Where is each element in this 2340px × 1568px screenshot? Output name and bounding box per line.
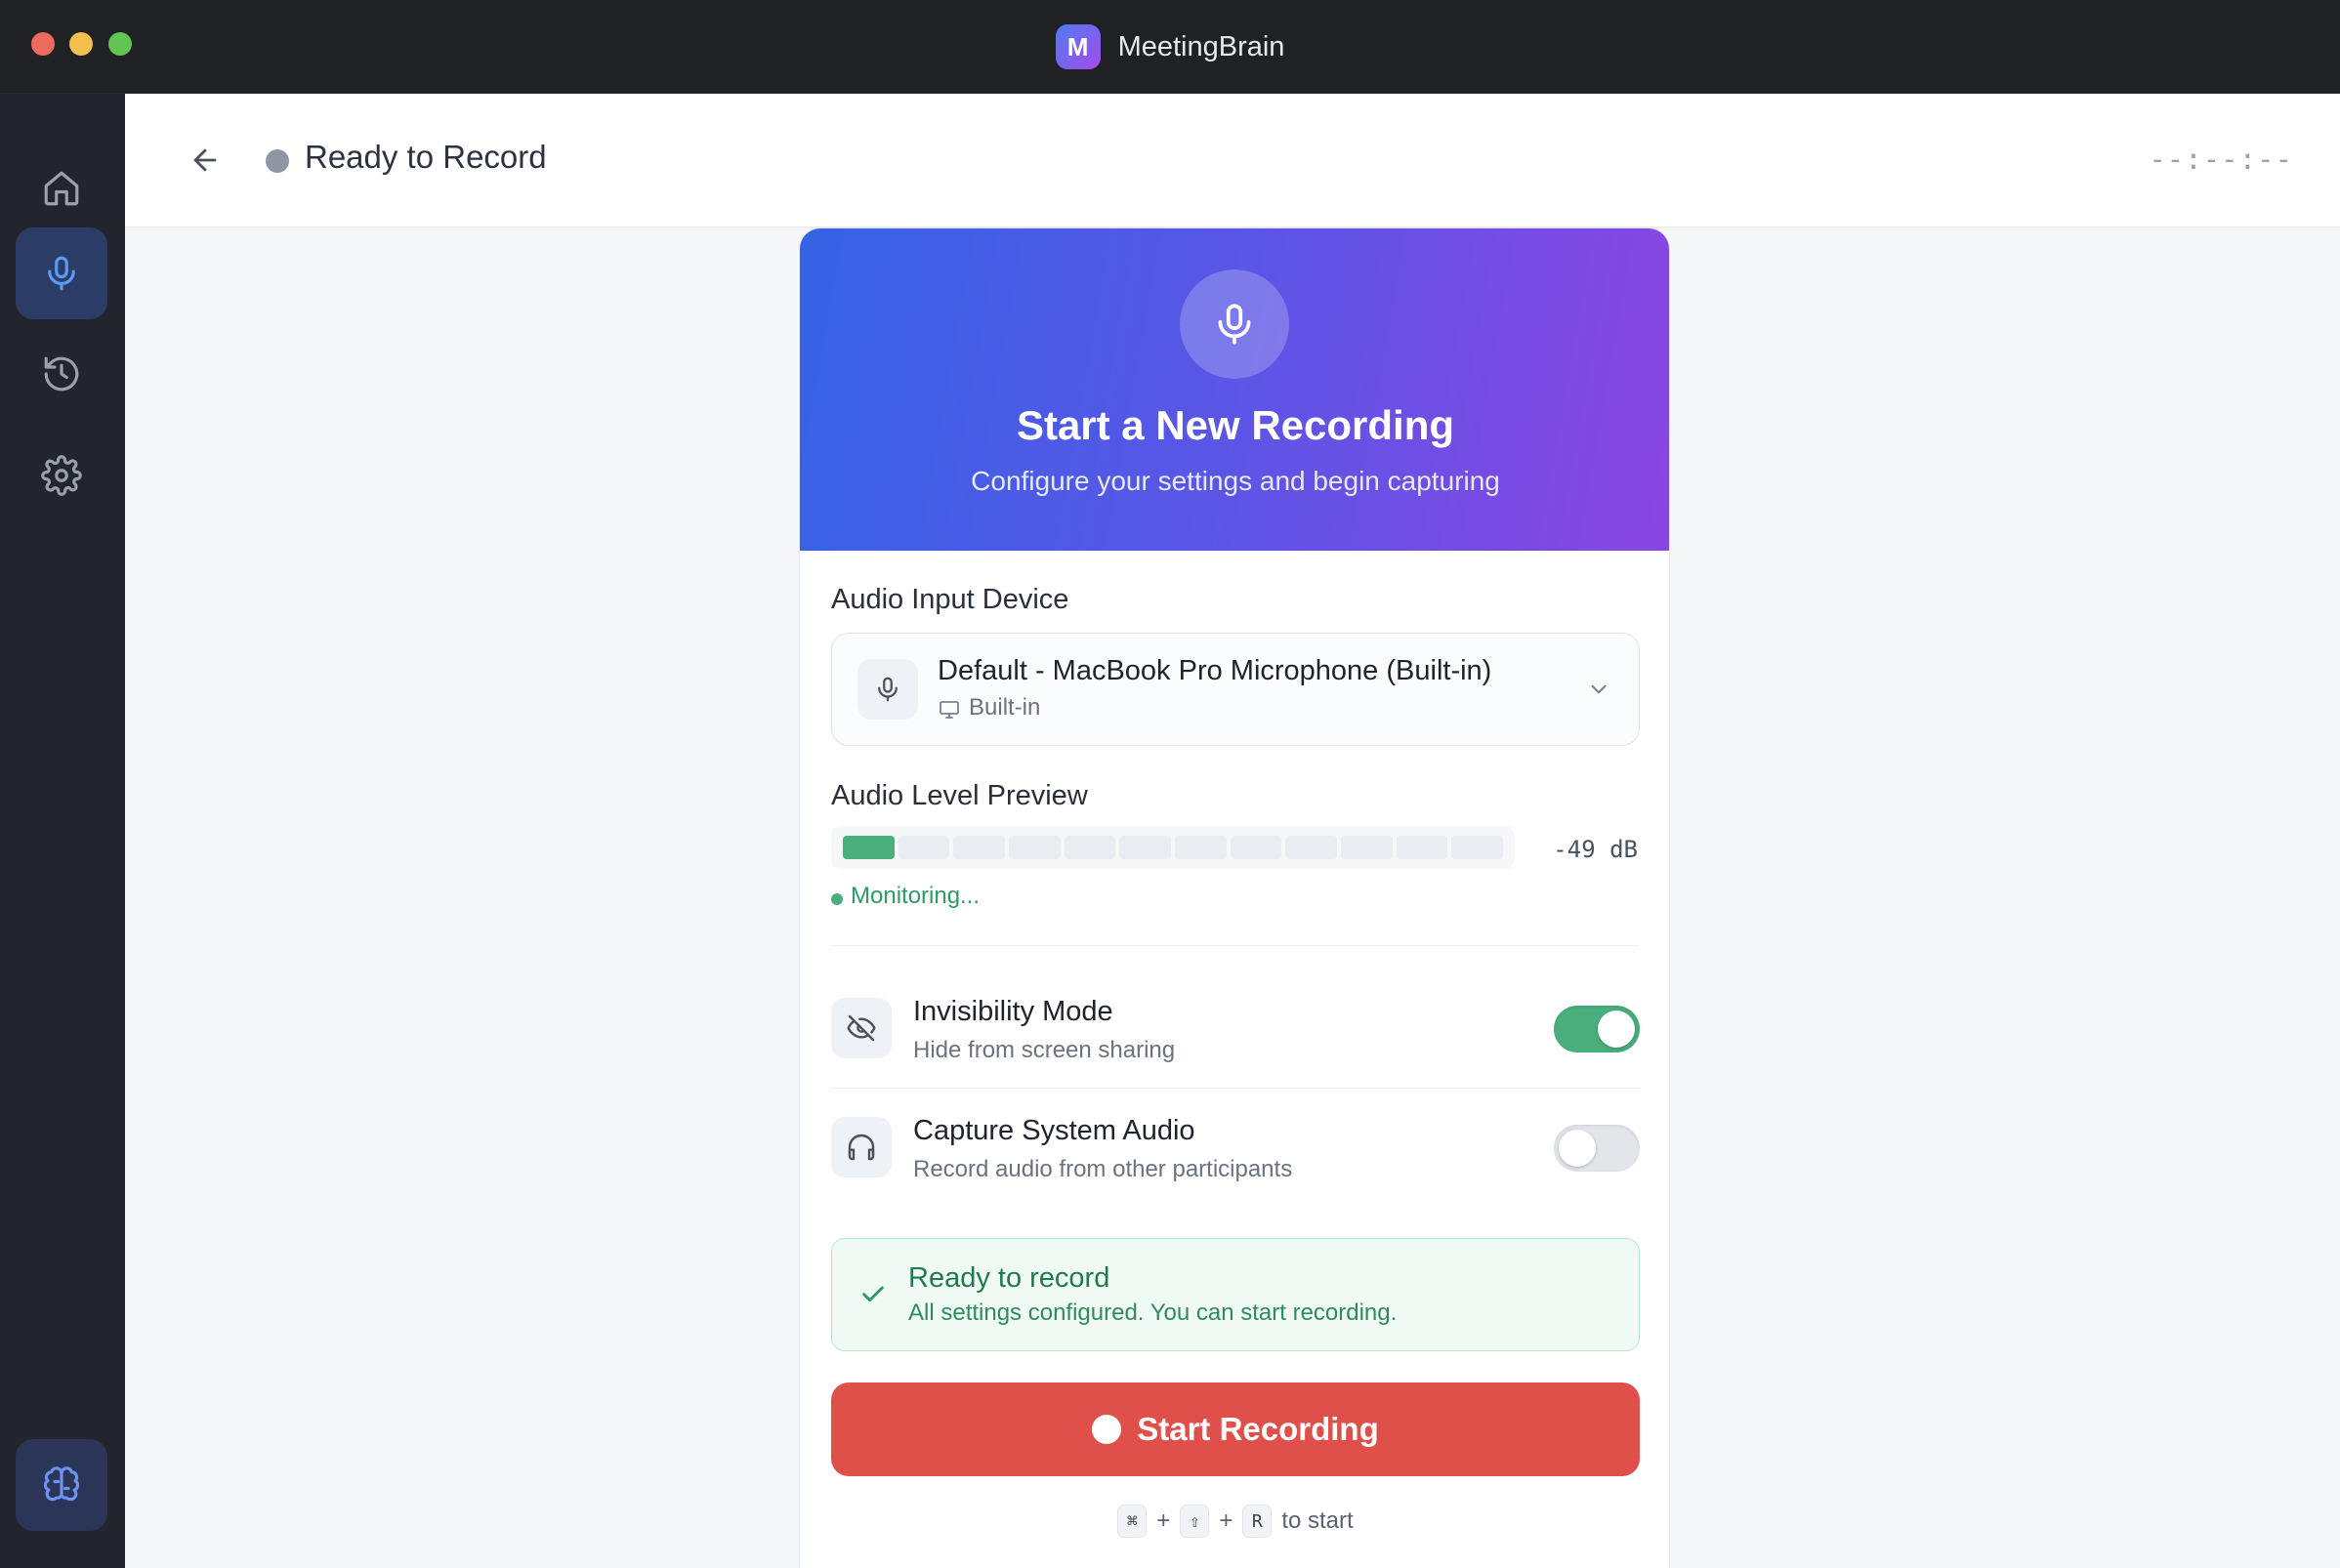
shortcut-separator: + xyxy=(1219,1507,1233,1534)
record-dot-icon xyxy=(1092,1415,1122,1444)
ready-status-panel: Ready to record All settings configured.… xyxy=(831,1238,1640,1351)
system-audio-subtitle: Record audio from other participants xyxy=(913,1156,1293,1182)
shortcut-suffix: to start xyxy=(1281,1507,1354,1534)
app-window: M MeetingBrain Ready to Record --:--:-- … xyxy=(0,0,2340,1568)
audio-level-segment xyxy=(1285,836,1338,859)
audio-level-segment xyxy=(1064,836,1116,859)
monitor-icon xyxy=(940,701,959,719)
section-divider xyxy=(831,945,1640,946)
sidebar-item-home[interactable] xyxy=(16,143,107,234)
shortcut-separator: + xyxy=(1156,1507,1171,1534)
selected-device-type: Built-in xyxy=(969,694,1041,721)
audio-level-segment xyxy=(953,836,1006,859)
ready-message: All settings configured. You can start r… xyxy=(908,1300,1398,1326)
eye-off-icon xyxy=(847,1014,876,1042)
shortcut-key-command: ⌘ xyxy=(1117,1505,1148,1538)
page-header: Ready to Record --:--:-- xyxy=(125,94,2340,227)
sidebar xyxy=(0,94,125,1568)
headphones-icon xyxy=(848,1134,875,1161)
system-audio-toggle[interactable] xyxy=(1554,1125,1640,1172)
audio-level-meter xyxy=(831,826,1515,869)
audio-input-select[interactable]: Default - MacBook Pro Microphone (Built-… xyxy=(831,633,1640,746)
chevron-down-icon xyxy=(1591,684,1607,694)
audio-level-segment xyxy=(843,836,895,859)
check-icon xyxy=(862,1286,884,1302)
device-icon-box xyxy=(857,659,918,720)
audio-level-readout: -49 dB xyxy=(1553,836,1638,863)
audio-input-label: Audio Input Device xyxy=(831,584,1069,615)
invisibility-mode-subtitle: Hide from screen sharing xyxy=(913,1037,1176,1063)
app-title-group: M MeetingBrain xyxy=(0,23,2340,70)
start-recording-button[interactable]: Start Recording xyxy=(831,1382,1640,1476)
status-indicator-dot xyxy=(266,149,289,173)
gear-icon xyxy=(41,455,82,496)
recording-setup-card: Start a New Recording Configure your set… xyxy=(799,227,1670,1568)
brain-icon xyxy=(43,1466,80,1502)
back-button[interactable] xyxy=(184,139,227,182)
start-recording-label: Start Recording xyxy=(1137,1411,1379,1447)
system-audio-title: Capture System Audio xyxy=(913,1115,1195,1146)
shortcut-key-r: R xyxy=(1242,1505,1273,1538)
audio-level-segment xyxy=(1119,836,1172,859)
history-icon xyxy=(44,356,79,392)
hero-title: Start a New Recording xyxy=(1016,402,1455,448)
audio-level-segment xyxy=(1341,836,1393,859)
app-title: MeetingBrain xyxy=(1117,30,1285,62)
sidebar-item-history[interactable] xyxy=(16,328,107,420)
recording-timer: --:--:-- xyxy=(2149,143,2293,176)
microphone-icon xyxy=(878,677,898,702)
audio-level-segment xyxy=(1396,836,1448,859)
toggle-knob xyxy=(1559,1130,1596,1167)
home-icon xyxy=(44,171,79,206)
audio-level-segment xyxy=(1451,836,1504,859)
hero-microphone-badge xyxy=(1180,269,1289,379)
title-bar: M MeetingBrain xyxy=(0,0,2340,94)
audio-level-segment xyxy=(898,836,950,859)
invisibility-mode-title: Invisibility Mode xyxy=(913,996,1113,1027)
monitoring-dot xyxy=(831,893,843,905)
hero-subtitle: Configure your settings and begin captur… xyxy=(971,466,1500,496)
arrow-left-icon xyxy=(193,148,217,172)
hero-banner: Start a New Recording Configure your set… xyxy=(800,228,1669,551)
microphone-icon xyxy=(48,256,75,291)
invisibility-mode-toggle[interactable] xyxy=(1554,1006,1640,1052)
invisibility-icon-box xyxy=(831,998,892,1058)
app-logo: M xyxy=(1055,24,1101,69)
toggle-knob xyxy=(1598,1011,1635,1048)
ready-title: Ready to record xyxy=(908,1262,1110,1294)
sidebar-item-settings[interactable] xyxy=(16,430,107,521)
system-audio-icon-box xyxy=(831,1117,892,1177)
monitoring-status: Monitoring... xyxy=(851,883,981,909)
shortcut-key-shift: ⇧ xyxy=(1180,1505,1210,1538)
sidebar-item-record[interactable] xyxy=(16,227,107,319)
brain-assistant-button[interactable] xyxy=(16,1439,107,1531)
recording-status: Ready to Record xyxy=(305,139,547,175)
audio-level-segment xyxy=(1175,836,1227,859)
audio-level-segment xyxy=(1009,836,1061,859)
keyboard-shortcut-hint: ⌘ + ⇧ + R to start xyxy=(800,1505,1669,1538)
audio-level-segment xyxy=(1230,836,1282,859)
selected-device-name: Default - MacBook Pro Microphone (Built-… xyxy=(938,655,1492,686)
option-divider xyxy=(831,1088,1640,1089)
microphone-icon xyxy=(1218,304,1251,345)
audio-level-label: Audio Level Preview xyxy=(831,780,1088,811)
